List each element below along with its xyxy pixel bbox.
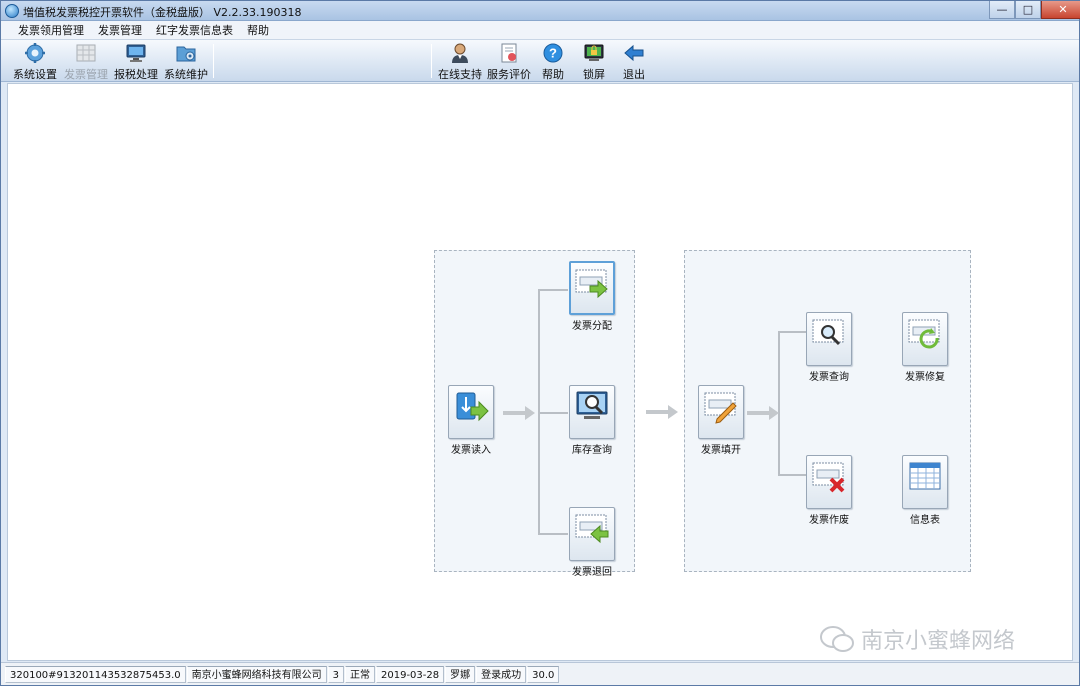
main-content: 发票读入 发票分配 库存查询 发票退回 发票填开 发票查询 发票修复 发票作废 … — [7, 83, 1073, 661]
watermark: 南京小蜜蜂网络 — [819, 623, 1015, 655]
stock-query-icon — [569, 385, 615, 439]
app-window: 増值税发票税控开票软件（金税盘版） V2.2.33.190318 — □ ✕ 发… — [0, 0, 1080, 686]
exit-arrow-icon — [623, 42, 645, 64]
status-count: 3 — [327, 665, 344, 683]
window-controls: — □ ✕ — [989, 1, 1080, 19]
invoice-stock-panel: 发票读入 发票分配 库存查询 发票退回 — [434, 250, 635, 578]
app-logo-icon — [5, 4, 19, 18]
invoice-void-node[interactable]: 发票作废 — [805, 455, 853, 526]
close-button[interactable]: ✕ — [1041, 1, 1080, 19]
invoice-read-label: 发票读入 — [451, 445, 491, 456]
invoice-void-label: 发票作废 — [809, 515, 849, 526]
invoice-distribute-icon — [569, 261, 615, 315]
help-label: 帮助 — [542, 68, 564, 81]
flow-arrow-icon — [646, 405, 678, 419]
invoice-return-label: 发票退回 — [572, 567, 612, 578]
branch-line — [538, 412, 568, 414]
invoice-distribute-node[interactable]: 发票分配 — [568, 261, 616, 332]
invoice-query-icon — [806, 312, 852, 366]
branch-line — [778, 331, 780, 475]
invoice-fill-node[interactable]: 发票填开 — [697, 385, 745, 456]
branch-line — [538, 289, 540, 533]
lock-screen-icon — [583, 42, 605, 64]
exit-label: 退出 — [623, 68, 645, 81]
status-state: 正常 — [345, 665, 375, 683]
invoice-distribute-label: 发票分配 — [572, 321, 612, 332]
invoice-manage-button[interactable]: 发票管理 — [64, 42, 108, 81]
info-table-label: 信息表 — [910, 515, 940, 526]
invoice-fill-label: 发票填开 — [701, 445, 741, 456]
menu-invoice-manage[interactable]: 发票管理 — [91, 22, 149, 38]
invoice-fill-icon — [698, 385, 744, 439]
maximize-button[interactable]: □ — [1015, 1, 1041, 19]
window-title: 増值税发票税控开票软件（金税盘版） V2.2.33.190318 — [23, 6, 302, 19]
info-table-node[interactable]: 信息表 — [901, 455, 949, 526]
service-rating-button[interactable]: 服务评价 — [487, 42, 531, 81]
branch-line — [778, 474, 806, 476]
person-icon — [449, 42, 471, 64]
status-tax-id: 320100#913201143532875453.0 — [5, 665, 186, 683]
online-support-label: 在线支持 — [438, 68, 482, 81]
invoice-repair-icon — [902, 312, 948, 366]
status-date: 2019-03-28 — [376, 665, 445, 683]
status-bar: 320100#913201143532875453.0 南京小蜜蜂网络科技有限公… — [1, 662, 1079, 685]
menu-invoice-acquire[interactable]: 发票领用管理 — [11, 22, 91, 38]
tax-report-label: 报税处理 — [114, 68, 158, 81]
wechat-icon — [820, 626, 854, 652]
toolbar-separator — [431, 44, 432, 78]
invoice-return-icon — [569, 507, 615, 561]
help-button[interactable]: ? 帮助 — [542, 42, 564, 81]
system-settings-button[interactable]: 系统设置 — [13, 42, 57, 81]
flow-arrow-icon — [503, 406, 535, 420]
invoice-query-label: 发票查询 — [809, 372, 849, 383]
gear-icon — [24, 42, 46, 64]
stock-query-label: 库存查询 — [572, 445, 612, 456]
branch-line — [538, 533, 568, 535]
online-support-button[interactable]: 在线支持 — [438, 42, 482, 81]
toolbar: 系统设置 发票管理 报税处理 系统维护 在线支持 服务评价 ? 帮助 锁屏 退出 — [1, 40, 1079, 82]
invoice-manage-label: 发票管理 — [64, 68, 108, 81]
help-icon: ? — [542, 42, 564, 64]
invoice-return-node[interactable]: 发票退回 — [568, 507, 616, 578]
status-user: 罗娜 — [445, 665, 476, 683]
toolbar-separator — [213, 44, 214, 78]
invoice-query-node[interactable]: 发票查询 — [805, 312, 853, 383]
lock-screen-label: 锁屏 — [583, 68, 605, 81]
invoice-repair-node[interactable]: 发票修复 — [901, 312, 949, 383]
invoice-read-icon — [448, 385, 494, 439]
service-rating-label: 服务评价 — [487, 68, 531, 81]
svg-text:?: ? — [549, 46, 557, 61]
menu-red-invoice-info[interactable]: 红字发票信息表 — [149, 22, 240, 38]
branch-line — [538, 289, 568, 291]
system-settings-label: 系统设置 — [13, 68, 57, 81]
invoice-grid-icon — [75, 42, 97, 64]
status-company: 南京小蜜蜂网络科技有限公司 — [186, 665, 327, 683]
watermark-text: 南京小蜜蜂网络 — [861, 629, 1016, 654]
menu-bar: 发票领用管理 发票管理 红字发票信息表 帮助 — [1, 21, 1079, 40]
flow-arrow-icon — [747, 406, 779, 420]
lock-screen-button[interactable]: 锁屏 — [583, 42, 605, 81]
system-maintenance-label: 系统维护 — [164, 68, 208, 81]
system-maintenance-button[interactable]: 系统维护 — [164, 42, 208, 81]
exit-button[interactable]: 退出 — [623, 42, 645, 81]
branch-line — [778, 331, 806, 333]
invoice-repair-label: 发票修复 — [905, 372, 945, 383]
tax-report-button[interactable]: 报税处理 — [114, 42, 158, 81]
status-version: 30.0 — [527, 665, 560, 683]
rating-doc-icon — [498, 42, 520, 64]
menu-help[interactable]: 帮助 — [240, 22, 276, 38]
invoice-issue-panel: 发票填开 发票查询 发票修复 发票作废 信息表 — [684, 250, 971, 572]
status-login: 登录成功 — [476, 665, 527, 683]
folder-gear-icon — [175, 42, 197, 64]
stock-query-node[interactable]: 库存查询 — [568, 385, 616, 456]
invoice-read-node[interactable]: 发票读入 — [447, 385, 495, 456]
monitor-icon — [125, 42, 147, 64]
title-bar: 増值税发票税控开票软件（金税盘版） V2.2.33.190318 — □ ✕ — [1, 1, 1080, 21]
minimize-button[interactable]: — — [989, 1, 1015, 19]
invoice-void-icon — [806, 455, 852, 509]
info-table-icon — [902, 455, 948, 509]
